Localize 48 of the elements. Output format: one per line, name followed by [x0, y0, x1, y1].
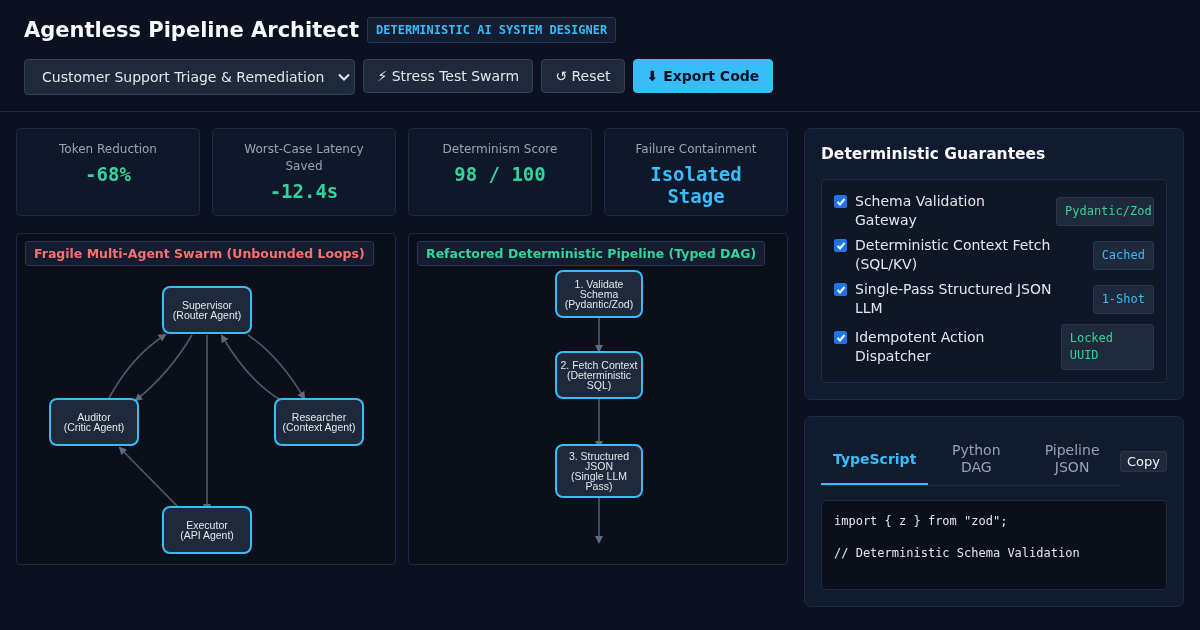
flow-arrow [595, 317, 603, 353]
checkbox[interactable] [834, 239, 847, 252]
stat-label: Failure Containment [634, 141, 758, 158]
checkbox[interactable] [834, 331, 847, 344]
export-button[interactable]: ⬇ Export Code [632, 59, 774, 93]
stress-test-button[interactable]: ⚡ Stress Test Swarm [363, 59, 534, 93]
node: 1. Validate Schema (Pydantic/Zod) [555, 270, 643, 318]
guarantees-title: Deterministic Guarantees [821, 145, 1047, 163]
guarantee-label: Deterministic Context Fetch (SQL/KV) [855, 236, 1052, 274]
stat-value: -12.4s [268, 180, 340, 202]
copy-button[interactable]: Copy [1120, 451, 1167, 472]
stat-label: Worst-Case Latency Saved [243, 141, 365, 175]
checkbox[interactable] [834, 195, 847, 208]
code-tab[interactable]: Python DAG [928, 437, 1025, 485]
reset-button[interactable]: ↺ Reset [541, 59, 625, 93]
code-line: import { z } from "zod"; [834, 513, 1009, 529]
guarantee-label: Single-Pass Structured JSON LLM [855, 280, 1053, 318]
scenario-select[interactable]: Customer Support Triage & Remediation [24, 59, 356, 95]
guarantee-tag: 1-Shot [1092, 284, 1154, 314]
node: 2. Fetch Context (Deterministic SQL) [555, 351, 643, 399]
code-tab[interactable]: TypeScript [821, 437, 929, 485]
node: Executor (API Agent) [162, 506, 252, 554]
guarantee-tag: Cached [1092, 240, 1154, 270]
node: Supervisor (Router Agent) [162, 286, 252, 334]
app-title: Agentless Pipeline Architect [24, 18, 359, 42]
guarantee-tag: Locked UUID [1060, 324, 1154, 370]
guarantee-label: Idempotent Action Dispatcher [855, 328, 986, 366]
code-tab[interactable]: Pipeline JSON [1024, 437, 1121, 485]
checkbox[interactable] [834, 283, 847, 296]
stat-value: 98 / 100 [453, 163, 547, 185]
code-line: // Deterministic Schema Validation [834, 545, 1081, 561]
researcher-to-supervisor-arrow [220, 334, 280, 400]
subtitle-badge: DETERMINISTIC AI SYSTEM DESIGNER [367, 17, 617, 43]
supervisor-to-auditor-arrow [134, 334, 193, 402]
auditor-to-supervisor-arrow [108, 333, 167, 399]
diagram-title: Fragile Multi-Agent Swarm (Unbounded Loops) [25, 241, 374, 266]
chevron-down-icon [338, 73, 351, 81]
guarantee-tag: Pydantic/Zod [1056, 196, 1154, 226]
stat-value: -68% [84, 163, 132, 185]
node: Auditor (Critic Agent) [49, 398, 139, 446]
stat-label: Determinism Score [441, 141, 559, 158]
node: 3. Structured JSON (Single LLM Pass) [555, 444, 643, 498]
stat-value: Isolated Stage [649, 163, 743, 207]
stat-label: Token Reduction [58, 141, 158, 158]
node: Researcher (Context Agent) [274, 398, 364, 446]
supervisor-to-researcher-arrow [247, 334, 306, 400]
guarantee-label: Schema Validation Gateway [855, 192, 986, 230]
diagram-title: Refactored Deterministic Pipeline (Typed DAG) [417, 241, 766, 266]
